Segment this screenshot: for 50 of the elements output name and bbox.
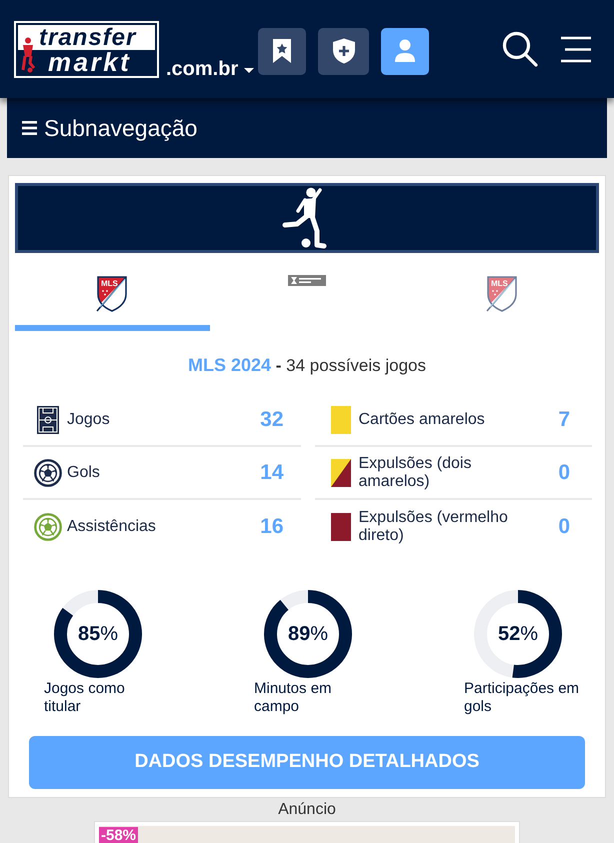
rate-label: Minutos em campo xyxy=(254,680,333,716)
rate-label: Jogos como titular xyxy=(44,680,126,716)
mls-crest-logo: MLS xyxy=(484,275,519,313)
stat-value: 7 xyxy=(558,406,570,433)
logo-text: markt xyxy=(48,50,132,74)
stat-value: 0 xyxy=(558,514,570,540)
user-button[interactable] xyxy=(381,28,430,74)
site-logo[interactable]: transfer markt xyxy=(14,20,159,78)
percentage-value: 89% xyxy=(288,622,328,647)
logo-text: transfer xyxy=(39,24,136,50)
stat-value: 16 xyxy=(260,514,284,540)
user-icon xyxy=(394,39,416,63)
competition-tab[interactable]: MLS xyxy=(404,253,599,331)
leagues-cup-logo xyxy=(288,275,326,286)
bookmark-button[interactable] xyxy=(258,28,306,74)
shield-plus-icon xyxy=(332,38,356,64)
soccer-ball-icon xyxy=(34,512,62,540)
shield-button[interactable] xyxy=(318,28,370,74)
percentage-value: 52% xyxy=(498,622,538,647)
stat-value: 14 xyxy=(260,460,284,486)
competition-tab[interactable]: MLS xyxy=(15,253,210,331)
soccer-ball-icon xyxy=(34,458,62,486)
player-figure-icon xyxy=(19,36,35,72)
search-icon[interactable] xyxy=(502,31,538,67)
mls-crest-logo: MLS xyxy=(95,275,130,313)
subnav-label: Subnavegação xyxy=(44,114,198,142)
ad-banner[interactable]: -58% xyxy=(94,821,520,843)
stat-label: Gols xyxy=(67,464,100,482)
split-card-icon xyxy=(330,458,350,486)
pitch-icon xyxy=(37,406,59,434)
percentage-value: 85% xyxy=(78,622,118,647)
discount-badge: -58% xyxy=(99,827,138,843)
bookmark-star-icon xyxy=(272,38,292,64)
stat-label: Assistências xyxy=(67,518,156,536)
stat-value: 0 xyxy=(558,460,570,486)
stat-label: Cartões amarelos xyxy=(358,410,486,428)
card-icon xyxy=(330,406,350,434)
card-icon xyxy=(330,512,350,540)
menu-icon xyxy=(22,121,37,135)
domain-dropdown[interactable]: .com.br xyxy=(166,56,254,80)
rate-label: Participações em gols xyxy=(464,680,580,716)
stat-label: Jogos xyxy=(67,410,110,428)
subnav-bar[interactable]: Subnavegação xyxy=(7,98,607,158)
stat-value: 32 xyxy=(260,406,284,433)
menu-icon[interactable] xyxy=(560,36,592,62)
caret-icon xyxy=(244,68,254,73)
season-heading: MLS 2024 - 34 possíveis jogos xyxy=(188,354,426,377)
ad-label: Anúncio xyxy=(278,800,336,820)
stat-label: Expulsões (dois amarelos) xyxy=(358,454,472,490)
stat-label: Expulsões (vermelho direto) xyxy=(358,508,509,544)
